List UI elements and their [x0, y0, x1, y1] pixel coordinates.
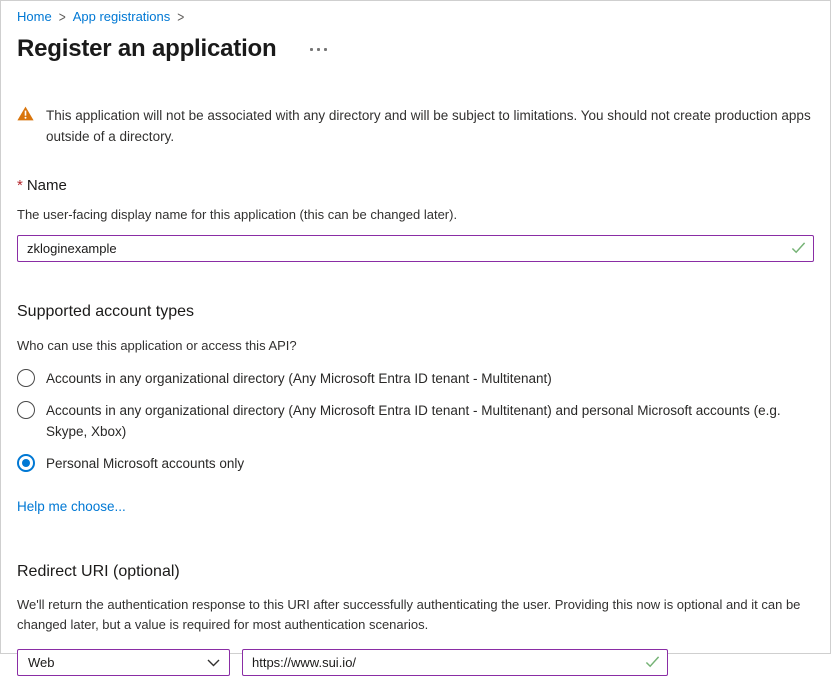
- redirect-uri-heading: Redirect URI (optional): [17, 563, 814, 581]
- help-me-choose-link[interactable]: Help me choose...: [17, 499, 126, 514]
- warning-text: This application will not be associated …: [46, 105, 814, 147]
- redirect-uri-input-wrap: [242, 649, 668, 676]
- valid-checkmark-icon: [645, 655, 660, 674]
- redirect-uri-input[interactable]: [242, 649, 668, 676]
- redirect-uri-description: We'll return the authentication response…: [17, 595, 814, 635]
- radio-option-label: Accounts in any organizational directory…: [46, 400, 806, 442]
- supported-account-types-heading: Supported account types: [17, 303, 814, 321]
- chevron-right-icon: >: [59, 8, 66, 26]
- required-asterisk: *: [17, 177, 23, 194]
- warning-icon: [17, 105, 34, 147]
- name-label: *Name: [17, 177, 814, 194]
- radio-button-icon[interactable]: [17, 369, 35, 387]
- name-input-wrap: [17, 235, 814, 262]
- page-title: Register an application: [17, 35, 276, 63]
- radio-option-personal-only[interactable]: Personal Microsoft accounts only: [17, 453, 814, 474]
- breadcrumb: Home > App registrations >: [17, 9, 814, 24]
- account-types-question: Who can use this application or access t…: [17, 338, 814, 353]
- chevron-right-icon: >: [177, 8, 184, 26]
- more-options-icon[interactable]: [306, 44, 331, 55]
- name-input[interactable]: [17, 235, 814, 262]
- radio-option-multitenant[interactable]: Accounts in any organizational directory…: [17, 368, 814, 389]
- platform-select-value: Web: [28, 655, 55, 670]
- breadcrumb-home-link[interactable]: Home: [17, 9, 52, 24]
- title-row: Register an application: [17, 35, 814, 63]
- account-types-radio-group: Accounts in any organizational directory…: [17, 368, 814, 474]
- breadcrumb-app-registrations-link[interactable]: App registrations: [73, 9, 171, 24]
- chevron-down-icon: [207, 655, 220, 670]
- register-application-page: Home > App registrations > Register an a…: [1, 1, 830, 676]
- valid-checkmark-icon: [791, 241, 806, 260]
- radio-button-icon[interactable]: [17, 401, 35, 419]
- radio-option-multitenant-personal[interactable]: Accounts in any organizational directory…: [17, 400, 814, 442]
- radio-button-icon[interactable]: [17, 454, 35, 472]
- radio-option-label: Accounts in any organizational directory…: [46, 368, 552, 389]
- warning-banner: This application will not be associated …: [17, 105, 814, 147]
- redirect-uri-row: Web: [17, 649, 814, 676]
- platform-select[interactable]: Web: [17, 649, 230, 676]
- radio-option-label: Personal Microsoft accounts only: [46, 453, 244, 474]
- name-description: The user-facing display name for this ap…: [17, 207, 814, 222]
